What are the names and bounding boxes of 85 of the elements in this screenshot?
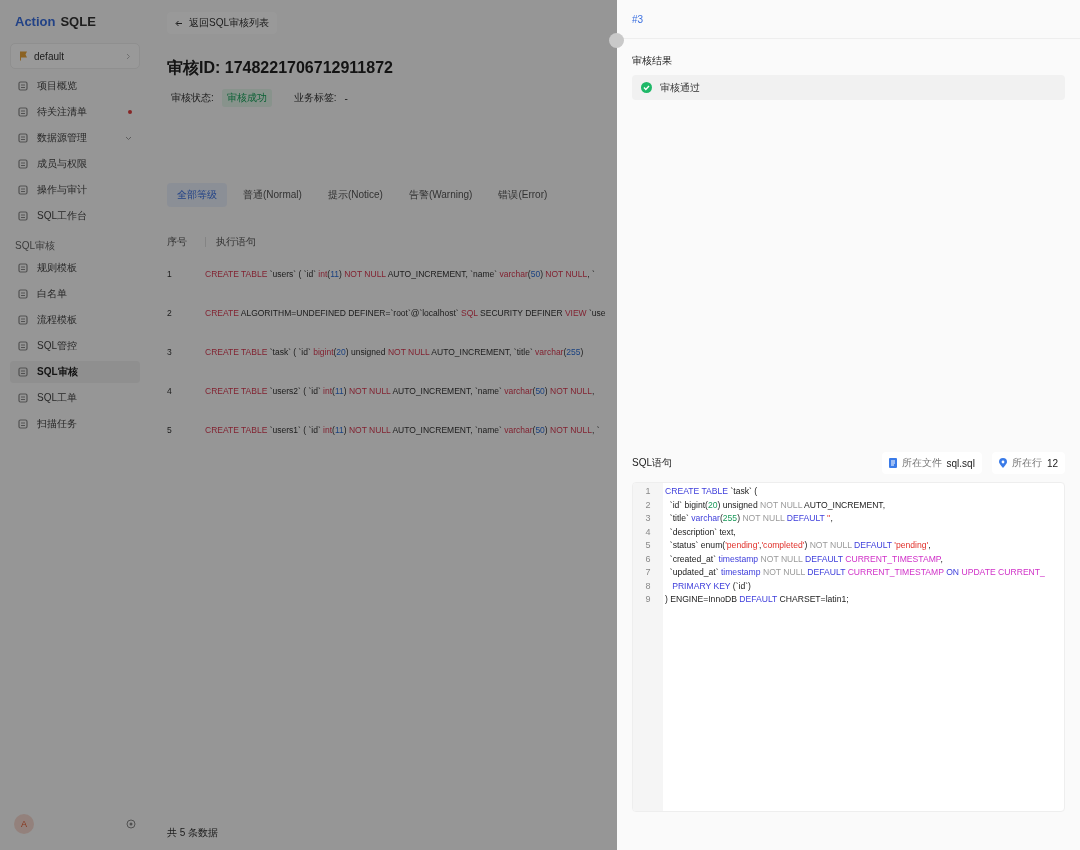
- list-icon: [18, 159, 28, 169]
- sidebar-item[interactable]: SQL工单: [10, 387, 140, 409]
- total-count: 共 5 条数据: [167, 826, 220, 840]
- line-number: 2: [644, 498, 652, 512]
- sql-statement: CREATE TABLE `users1` ( `id` int(11) NOT NULL AUTO_INCREMENT, `name` varchar(50) NOT NULL, `: [205, 424, 600, 435]
- status-label: 审核状态:: [171, 91, 214, 105]
- drawer-title: #3: [632, 13, 644, 25]
- logo: Action SQLE: [14, 13, 97, 31]
- table-cell-text: 4: [167, 385, 173, 396]
- section-heading: SQL语句: [632, 456, 673, 470]
- tag-label: 业务标签:: [293, 91, 337, 105]
- chip-label: 所在文件: [901, 456, 942, 470]
- list-icon: [18, 419, 28, 429]
- code-line: `title` varchar(255) NOT NULL DEFAULT '',: [668, 512, 834, 525]
- sidebar-item[interactable]: 数据源管理: [10, 127, 140, 149]
- list-icon: [18, 185, 28, 195]
- chevron-icon: [126, 52, 131, 60]
- filter-tab[interactable]: 普通(Normal): [233, 183, 312, 207]
- filter-tab[interactable]: 告警(Warning): [398, 183, 483, 207]
- filter-tab[interactable]: 错误(Error): [488, 183, 558, 207]
- list-icon: [18, 367, 28, 377]
- sidebar-item[interactable]: 操作与审计: [10, 179, 140, 201]
- sql-statement: CREATE TABLE `users2` ( `id` int(11) NOT NULL AUTO_INCREMENT, `name` varchar(50) NOT NULL,: [205, 385, 595, 396]
- sidebar-item[interactable]: SQL工作台: [10, 205, 140, 227]
- line-number: 8: [644, 579, 652, 593]
- sql-statement: CREATE TABLE `users` ( `id` int(11) NOT NULL AUTO_INCREMENT, `name` varchar(50) NOT NULL, `: [205, 268, 595, 279]
- list-icon: [18, 289, 28, 299]
- code-line: CREATE TABLE `task` (: [665, 485, 759, 498]
- line-number: 1: [644, 485, 652, 498]
- code-line: `updated_at` timestamp NOT NULL DEFAULT CURRENT_TIMESTAMP ON UPDATE CURRENT_: [668, 566, 1045, 579]
- list-icon: [18, 315, 28, 325]
- line-number: 4: [644, 525, 652, 539]
- chip-label: 所在行: [1011, 456, 1042, 470]
- sidebar-item[interactable]: 白名单: [10, 283, 140, 305]
- page-title: 审核ID: 1748221706712911872: [167, 58, 394, 78]
- list-icon: [18, 393, 28, 403]
- line-number: 6: [644, 552, 652, 566]
- column-header: 执行语句: [216, 235, 256, 249]
- filter-tab[interactable]: 提示(Notice): [317, 183, 393, 207]
- sql-statement: CREATE TABLE `task` ( `id` bigint(20) unsigned NOT NULL AUTO_INCREMENT, `title` varchar(255): [205, 346, 584, 357]
- list-icon: [18, 263, 28, 273]
- sidebar-item[interactable]: SQL管控: [10, 335, 140, 357]
- table-cell-text: 2: [167, 307, 173, 318]
- sidebar-item[interactable]: 规则模板: [10, 257, 140, 279]
- sidebar-item[interactable]: SQL审核: [10, 361, 140, 383]
- code-line: PRIMARY KEY (`id`): [671, 579, 752, 593]
- filter-tab[interactable]: 全部等级: [167, 183, 227, 207]
- table-cell-text: 3: [167, 346, 173, 357]
- section-heading: 审核结果: [632, 54, 673, 68]
- list-icon: [18, 133, 28, 143]
- flag-icon: [19, 51, 28, 61]
- check-circle-icon: [641, 82, 652, 93]
- code-line: `created_at` timestamp NOT NULL DEFAULT CURRENT_TIMESTAMP,: [668, 552, 944, 566]
- document-icon: [888, 458, 897, 468]
- chip-value: 12: [1046, 457, 1058, 469]
- settings-icon[interactable]: [126, 819, 136, 829]
- sidebar-item[interactable]: 流程模板: [10, 309, 140, 331]
- list-icon: [18, 107, 28, 117]
- code-line: `description` text,: [668, 525, 737, 539]
- line-number: 3: [644, 512, 652, 525]
- code-line: `id` bigint(20) unsigned NOT NULL AUTO_INCREMENT,: [668, 498, 887, 512]
- column-header: 序号: [167, 235, 188, 249]
- table-cell-text: 1: [167, 268, 173, 279]
- chip-value: sql.sql: [946, 457, 975, 469]
- list-icon: [18, 211, 28, 221]
- group-label: SQL审核: [14, 239, 56, 253]
- sidebar-item[interactable]: 待关注清单: [10, 101, 140, 123]
- sidebar-item[interactable]: 成员与权限: [10, 153, 140, 175]
- line-number: 7: [644, 566, 652, 579]
- sidebar-item[interactable]: 项目概览: [10, 75, 140, 97]
- code-line: ) ENGINE=InnoDB DEFAULT CHARSET=latin1;: [665, 593, 850, 606]
- list-icon: [18, 81, 28, 91]
- sql-statement: CREATE ALGORITHM=UNDEFINED DEFINER=`root`@`localhost` SQL SECURITY DEFINER VIEW `use: [205, 307, 606, 318]
- tag-value: -: [344, 92, 348, 104]
- result-text: 审核通过: [660, 80, 700, 95]
- table-cell-text: 5: [167, 424, 173, 435]
- status-tag: 审核成功: [221, 89, 272, 107]
- arrow-left-icon: [175, 19, 183, 27]
- pin-icon: [998, 458, 1007, 468]
- sidebar-item[interactable]: 扫描任务: [10, 413, 140, 435]
- code-line: `status` enum('pending','completed') NOT NULL DEFAULT 'pending',: [668, 539, 932, 552]
- project-selector[interactable]: default: [10, 43, 140, 69]
- line-number: 9: [644, 593, 652, 606]
- line-number: 5: [644, 539, 652, 552]
- list-icon: [18, 341, 28, 351]
